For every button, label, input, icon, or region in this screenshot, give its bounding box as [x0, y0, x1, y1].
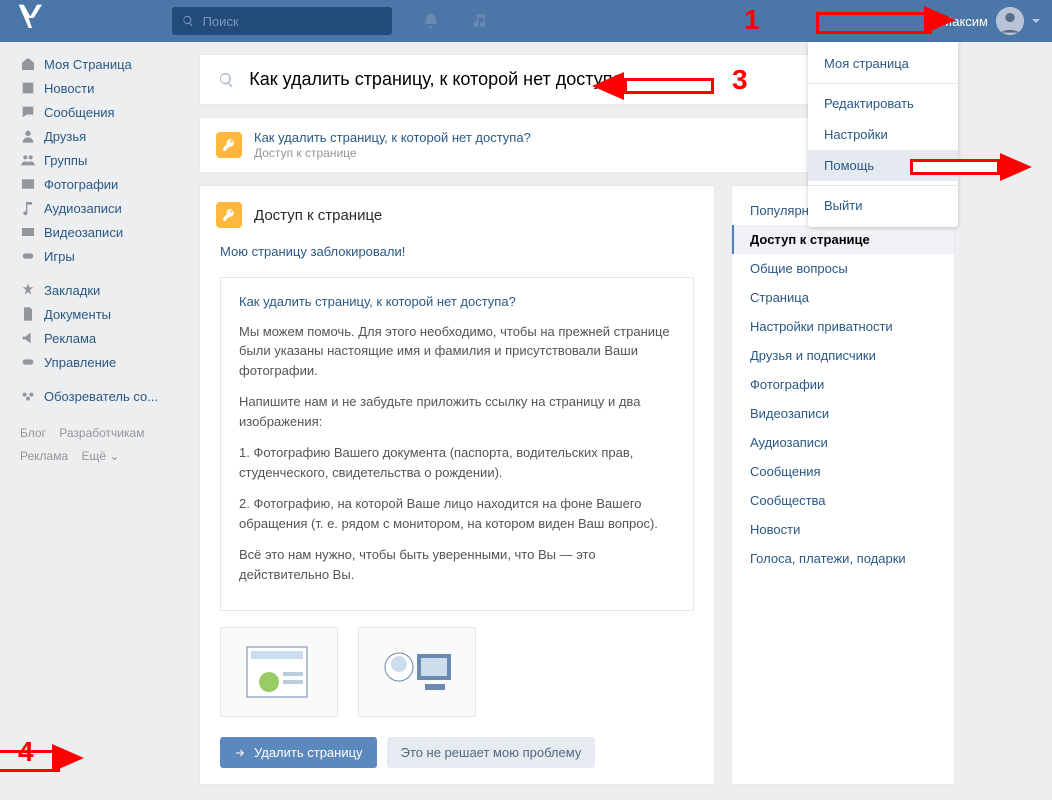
avatar: [996, 7, 1024, 35]
footer-devs[interactable]: Разработчикам: [59, 426, 144, 440]
example-image-document: [220, 627, 338, 717]
user-dropdown: Моя страница Редактировать Настройки Пом…: [808, 42, 958, 227]
annotation-4: 4: [52, 744, 84, 772]
dropdown-settings[interactable]: Настройки: [808, 119, 958, 150]
article-p4: 2. Фотографию, на которой Ваше лицо нахо…: [239, 494, 675, 533]
search-icon: [218, 71, 235, 89]
nav-photos[interactable]: Фотографии: [20, 172, 185, 196]
cat-news[interactable]: Новости: [732, 515, 954, 544]
vk-logo[interactable]: [12, 0, 52, 45]
cat-video[interactable]: Видеозаписи: [732, 399, 954, 428]
result-title: Как удалить страницу, к которой нет дост…: [254, 130, 531, 145]
article-p1: Мы можем помочь. Для этого необходимо, ч…: [239, 322, 675, 381]
article-p5: Всё это нам нужно, чтобы быть уверенными…: [239, 545, 675, 584]
dropdown-myprofile[interactable]: Моя страница: [808, 48, 958, 79]
cat-communities[interactable]: Сообщества: [732, 486, 954, 515]
cat-audio[interactable]: Аудиозаписи: [732, 428, 954, 457]
arrow-right-icon: [234, 747, 246, 759]
cat-friends[interactable]: Друзья и подписчики: [732, 341, 954, 370]
nav-bookmarks[interactable]: Закладки: [20, 278, 185, 302]
dropdown-edit[interactable]: Редактировать: [808, 88, 958, 119]
key-icon: [216, 202, 242, 228]
footer-more[interactable]: Ещё ⌄: [81, 449, 119, 463]
nav-ads[interactable]: Реклама: [20, 326, 185, 350]
chevron-down-icon: [1032, 19, 1040, 23]
nav-audio[interactable]: Аудиозаписи: [20, 196, 185, 220]
nav-news[interactable]: Новости: [20, 76, 185, 100]
article-question: Как удалить страницу, к которой нет дост…: [239, 292, 675, 312]
example-image-selfie: [358, 627, 476, 717]
article-p3: 1. Фотографию Вашего документа (паспорта…: [239, 443, 675, 482]
not-solved-button[interactable]: Это не решает мою проблему: [387, 737, 596, 768]
header-icons: [422, 12, 488, 30]
footer-ads[interactable]: Реклама: [20, 449, 68, 463]
cat-privacy[interactable]: Настройки приватности: [732, 312, 954, 341]
delete-page-button[interactable]: Удалить страницу: [220, 737, 377, 768]
cat-page[interactable]: Страница: [732, 283, 954, 312]
nav-messages[interactable]: Сообщения: [20, 100, 185, 124]
key-icon: [216, 132, 242, 158]
search-icon: [182, 14, 195, 28]
nav-manage[interactable]: Управление: [20, 350, 185, 374]
nav-games[interactable]: Игры: [20, 244, 185, 268]
annotation-3: 3: [592, 72, 624, 100]
nav-docs[interactable]: Документы: [20, 302, 185, 326]
footer-blog[interactable]: Блог: [20, 426, 46, 440]
music-icon[interactable]: [470, 12, 488, 30]
result-sub: Доступ к странице: [254, 146, 531, 160]
nav-friends[interactable]: Друзья: [20, 124, 185, 148]
bell-icon[interactable]: [422, 12, 440, 30]
cat-photos[interactable]: Фотографии: [732, 370, 954, 399]
help-categories: Популярные Доступ к странице Общие вопро…: [731, 185, 955, 785]
nav-my-page[interactable]: Моя Страница: [20, 52, 185, 76]
nav-communities-browser[interactable]: Обозреватель со...: [20, 384, 185, 408]
cat-messages[interactable]: Сообщения: [732, 457, 954, 486]
cat-payments[interactable]: Голоса, платежи, подарки: [732, 544, 954, 573]
article-panel: Доступ к странице Мою страницу заблокиро…: [199, 185, 715, 785]
related-link[interactable]: Мою страницу заблокировали!: [200, 228, 714, 269]
nav-video[interactable]: Видеозаписи: [20, 220, 185, 244]
nav-groups[interactable]: Группы: [20, 148, 185, 172]
cat-general[interactable]: Общие вопросы: [732, 254, 954, 283]
dropdown-logout[interactable]: Выйти: [808, 190, 958, 221]
annotation-2: 2: [1000, 153, 1032, 181]
section-heading: Доступ к странице: [254, 207, 382, 224]
global-search-input[interactable]: [203, 14, 382, 29]
cat-access[interactable]: Доступ к странице: [732, 225, 954, 254]
left-sidebar: Моя Страница Новости Сообщения Друзья Гр…: [20, 42, 185, 785]
annotation-1: 1: [924, 6, 956, 34]
footer-links: Блог Разработчикам Реклама Ещё ⌄: [20, 422, 185, 468]
article-p2: Напишите нам и не забудьте приложить ссы…: [239, 392, 675, 431]
global-search[interactable]: [172, 7, 392, 35]
header-user[interactable]: Максим: [941, 7, 1040, 35]
article-box: Как удалить страницу, к которой нет дост…: [220, 277, 694, 611]
